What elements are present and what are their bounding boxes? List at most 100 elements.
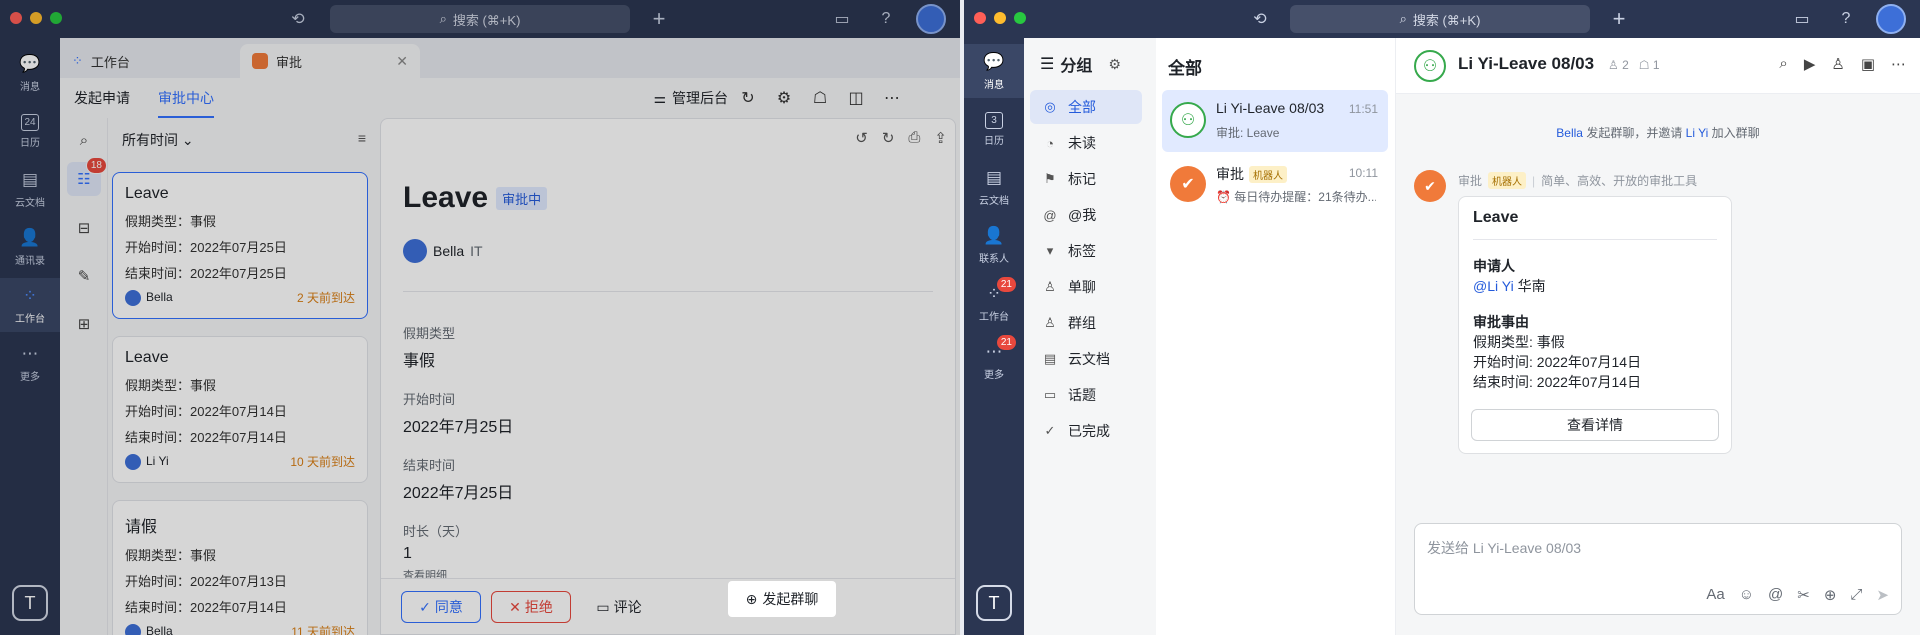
close-window-button[interactable] — [974, 12, 986, 24]
rail-item-messages[interactable]: 💬 消息 — [0, 46, 60, 100]
revoke-icon[interactable]: ↺ — [855, 129, 868, 147]
start-group-chat-button[interactable]: ⊕ 发起群聊 — [728, 581, 836, 617]
gear-icon[interactable]: ⚙ — [772, 86, 796, 110]
sort-icon[interactable]: ≡ — [358, 130, 366, 146]
archive-icon[interactable]: ⊟ — [72, 216, 96, 240]
rail-item-contacts[interactable]: 👤 通讯录 — [0, 220, 60, 274]
send-icon[interactable]: ➤ — [1876, 586, 1889, 604]
approval-bot-avatar-icon[interactable]: ✔ — [1414, 170, 1446, 202]
approve-button[interactable]: ✓ 同意 — [401, 591, 481, 623]
tab-approval[interactable]: 审批 ✕ — [240, 44, 420, 78]
pending-list-icon[interactable]: ☷ 18 — [67, 157, 107, 196]
rail-item-workplace[interactable]: ⁘ 工作台 — [0, 278, 60, 332]
robot-icon[interactable]: ☖ — [808, 86, 832, 110]
search-input[interactable]: ⌕ 搜索 (⌘+K) — [330, 5, 630, 33]
add-icon[interactable]: + — [1607, 6, 1631, 31]
rail-item-more[interactable]: ⋯ 更多 — [0, 336, 60, 390]
gear-icon[interactable]: ⚙ — [1108, 56, 1121, 73]
edit-doc-icon[interactable]: ✎ — [72, 264, 96, 288]
tab-approval-center[interactable]: 审批中心 — [158, 78, 214, 118]
window-split-icon[interactable]: ◫ — [844, 86, 868, 110]
video-icon[interactable]: ▶ — [1804, 55, 1816, 73]
share-icon[interactable]: ⇪ — [934, 129, 947, 147]
rail-item-docs[interactable]: ▤ 云文档 — [964, 160, 1024, 214]
system-msg-user[interactable]: Bella — [1556, 126, 1583, 140]
group-item-docs[interactable]: ▤ 云文档 — [1030, 342, 1142, 376]
group-item-flagged[interactable]: ⚑ 标记 — [1030, 162, 1142, 196]
history-icon[interactable]: ⟲ — [1248, 7, 1272, 31]
search-icon[interactable]: ⌕ — [1779, 55, 1787, 73]
card-row: 假期类型：事假 — [125, 378, 217, 393]
minimize-window-button[interactable] — [30, 12, 42, 24]
group-item-topics[interactable]: ▭ 话题 — [1030, 378, 1142, 412]
group-item-groups[interactable]: ♙ 群组 — [1030, 306, 1142, 340]
message-input[interactable]: 发送给 Li Yi-Leave 08/03 Aa ☺ @ ✂ ⊕ ⤢ ➤ — [1414, 523, 1902, 615]
zoom-window-button[interactable] — [50, 12, 62, 24]
emoji-icon[interactable]: ☺ — [1739, 586, 1754, 604]
more-icon[interactable]: ⋯ — [1891, 55, 1906, 73]
reject-button[interactable]: ✕ 拒绝 — [491, 591, 571, 623]
group-avatar-icon[interactable]: ⚇ — [1414, 50, 1446, 82]
rail-item-docs[interactable]: ▤ 云文档 — [0, 162, 60, 216]
pin-board-icon[interactable]: ▣ — [1861, 55, 1875, 73]
search-icon[interactable]: ⌕ — [72, 128, 96, 152]
text-format-icon[interactable]: Aa — [1706, 586, 1724, 604]
inbox-icon[interactable]: ▭ — [830, 7, 854, 31]
close-window-button[interactable] — [10, 12, 22, 24]
rail-item-calendar[interactable]: 3 日历 — [964, 102, 1024, 156]
history-icon[interactable]: ⟲ — [286, 7, 310, 31]
tab-workplace[interactable]: ⁘ 工作台 — [60, 44, 240, 78]
view-details-button[interactable]: 查看详情 — [1471, 409, 1719, 441]
time-filter-dropdown[interactable]: 所有时间 ⌄ — [122, 130, 194, 150]
print-icon[interactable]: ⎙ — [908, 129, 920, 147]
help-icon[interactable]: ? — [1834, 7, 1858, 31]
at-icon[interactable]: @ — [1768, 586, 1783, 604]
chat-item[interactable]: ✔ 审批 机器人 ⏰ 每日待办提醒：21条待办... 10:11 — [1162, 154, 1388, 216]
system-msg-invitee[interactable]: Li Yi — [1686, 126, 1709, 140]
workspace-switcher-button[interactable]: T — [12, 585, 48, 621]
grid-apps-icon: ⁘ 21 — [983, 276, 1017, 305]
rail-item-contacts[interactable]: 👤 联系人 — [964, 218, 1024, 272]
rail-item-messages[interactable]: 💬 消息 — [964, 44, 1024, 98]
search-input[interactable]: ⌕ 搜索 (⌘+K) — [1290, 5, 1590, 33]
add-icon[interactable]: + — [647, 6, 671, 31]
group-item-direct[interactable]: ♙ 单聊 — [1030, 270, 1142, 304]
rail-item-calendar[interactable]: 24 日历 — [0, 104, 60, 158]
zoom-window-button[interactable] — [1014, 12, 1026, 24]
group-item-done[interactable]: ✓ 已完成 — [1030, 414, 1142, 448]
workspace-switcher-button[interactable]: T — [976, 585, 1012, 621]
applicant[interactable]: Bella IT — [403, 239, 483, 263]
rail-item-workplace[interactable]: ⁘ 21 工作台 — [964, 276, 1024, 330]
add-member-icon[interactable]: ♙ — [1831, 55, 1844, 73]
expand-icon[interactable]: ⤢ — [1850, 586, 1862, 604]
user-avatar[interactable] — [1876, 4, 1906, 34]
group-item-all[interactable]: ◎ 全部 — [1030, 90, 1142, 124]
admin-console-button[interactable]: ⚌ 管理后台 — [653, 88, 728, 108]
group-item-unread[interactable]: ◔ 未读 — [1030, 126, 1142, 160]
minimize-window-button[interactable] — [994, 12, 1006, 24]
request-card[interactable]: 请假 假期类型：事假 开始时间：2022年07月13日 结束时间：2022年07… — [112, 500, 368, 635]
add-circle-icon[interactable]: ⊕ — [1824, 586, 1837, 604]
rail-item-more[interactable]: ⋯ 21 更多 — [964, 334, 1024, 388]
user-avatar[interactable] — [916, 4, 946, 34]
bot-count[interactable]: ☖ 1 — [1639, 58, 1660, 72]
inbox-icon[interactable]: ⊞ — [72, 312, 96, 336]
group-item-labels[interactable]: ▾ 标签 — [1030, 234, 1142, 268]
scissors-icon[interactable]: ✂ — [1797, 586, 1810, 604]
group-item-mentions[interactable]: @ @我 — [1030, 198, 1142, 232]
refresh-icon[interactable]: ↻ — [736, 86, 760, 110]
close-icon[interactable]: ✕ — [396, 53, 408, 70]
request-card[interactable]: Leave 假期类型：事假 开始时间：2022年07月14日 结束时间：2022… — [112, 336, 368, 483]
member-count[interactable]: ♙ 2 — [1608, 58, 1629, 72]
more-icon[interactable]: ⋯ — [880, 86, 904, 110]
chat-item[interactable]: ⚇ Li Yi-Leave 08/03 审批: Leave 11:51 — [1162, 90, 1388, 152]
comment-button[interactable]: ▭ 评论 — [591, 591, 647, 623]
mention-link[interactable]: @Li Yi — [1473, 278, 1514, 294]
refresh-icon[interactable]: ↻ — [882, 129, 895, 147]
collapse-icon[interactable]: ☰ — [1040, 54, 1054, 74]
request-card[interactable]: Leave 假期类型：事假 开始时间：2022年07月25日 结束时间：2022… — [112, 172, 368, 319]
inbox-icon[interactable]: ▭ — [1790, 7, 1814, 31]
tab-submit-request[interactable]: 发起申请 — [74, 78, 130, 118]
chat-list: 全部 ⚇ Li Yi-Leave 08/03 审批: Leave 11:51 ✔… — [1156, 38, 1396, 635]
help-icon[interactable]: ? — [874, 7, 898, 31]
